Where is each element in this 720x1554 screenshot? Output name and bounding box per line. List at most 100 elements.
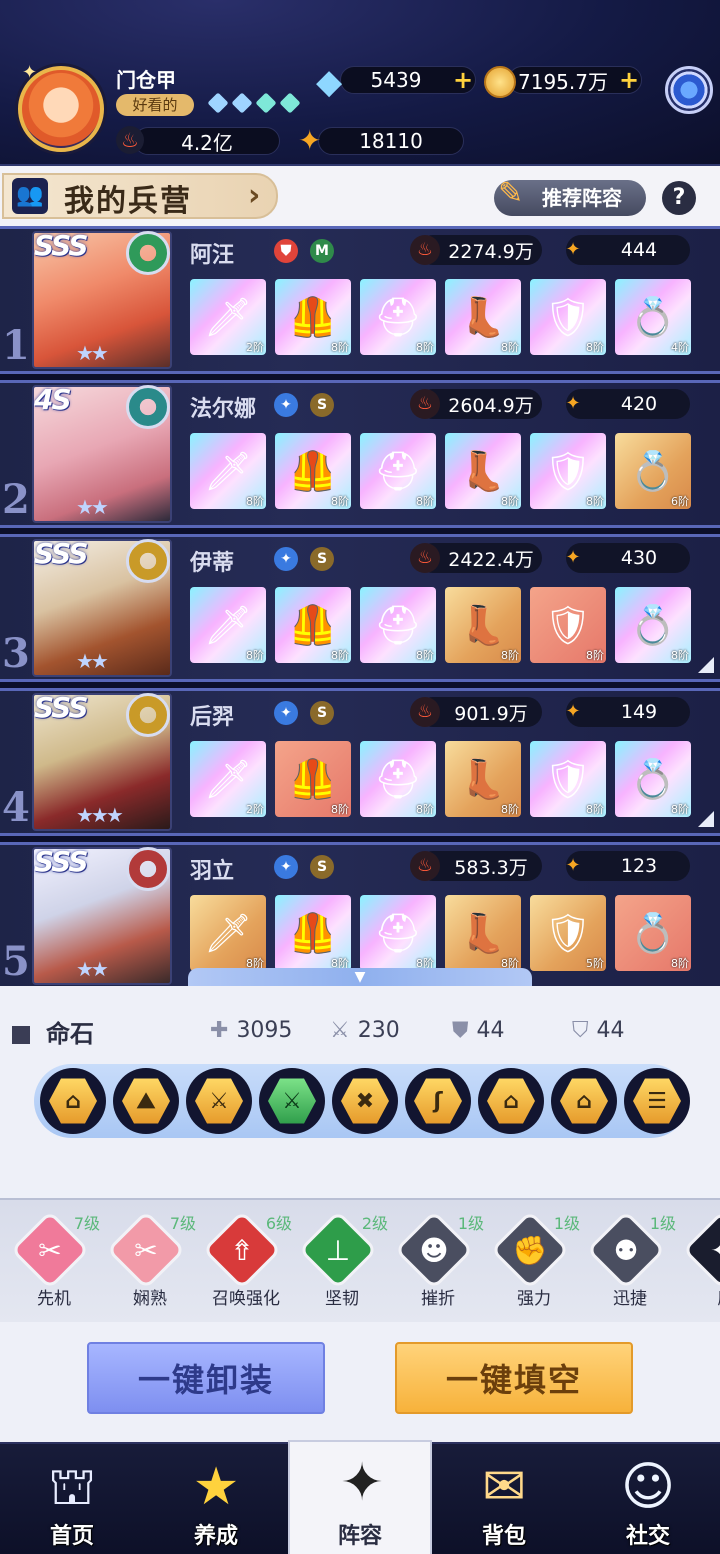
fill-all-button[interactable]: 一键填空 <box>395 1342 633 1414</box>
equip-slot-weapon[interactable]: 🗡 8阶 <box>190 895 266 971</box>
hero-row[interactable]: 4S ★★ 2 法尔娜 ✦ S ♨ 2604.9万 ✦ 420 🗡 8阶 🦺 8… <box>0 380 720 528</box>
equip-slot-helmet[interactable]: ⛑ 8阶 <box>360 895 436 971</box>
equip-slot-helmet[interactable]: ⛑ 8阶 <box>360 433 436 509</box>
equip-slot-boots[interactable]: 👢 8阶 <box>445 741 521 817</box>
equip-slot-ring[interactable]: 💍 6阶 <box>615 433 691 509</box>
power-value: 4.2亿 <box>181 130 233 155</box>
power-fire-icon: ♨ <box>410 389 440 419</box>
equip-slot-shield[interactable]: 🛡 8阶 <box>530 741 606 817</box>
skill-icon: ✦ <box>694 1222 720 1278</box>
skill-item[interactable]: ✊ 1级 强力 <box>486 1210 582 1310</box>
equip-slot-armor[interactable]: 🦺 8阶 <box>275 895 351 971</box>
hero-energy: ✦ 430 <box>565 543 690 573</box>
nav-social[interactable]: ☺ 社交 <box>576 1446 720 1554</box>
player-title-badge[interactable]: 好看的 <box>116 94 194 116</box>
add-gold-button[interactable]: + <box>617 68 641 92</box>
equip-slot-boots[interactable]: 👢 8阶 <box>445 895 521 971</box>
helmet-icon: ⛑ <box>373 757 423 801</box>
destiny-stone-slot[interactable]: ʃ <box>405 1068 471 1134</box>
grade-badge: S <box>310 855 334 879</box>
destiny-stone-slot[interactable]: ⚔ <box>259 1068 325 1134</box>
nav-bag[interactable]: ✉ 背包 <box>432 1446 576 1554</box>
skill-item[interactable]: ✦ 魔 <box>678 1210 720 1310</box>
destiny-stone-slot[interactable]: ✖ <box>332 1068 398 1134</box>
diamond-value: 5439 <box>370 68 422 92</box>
gem-icon <box>231 92 253 114</box>
equip-slot-shield[interactable]: 🛡 8阶 <box>530 433 606 509</box>
skill-icon: ✊ <box>512 1233 548 1267</box>
add-diamond-button[interactable]: + <box>451 68 475 92</box>
gem-icon <box>255 92 277 114</box>
equip-slot-shield[interactable]: 🛡 8阶 <box>530 587 606 663</box>
equip-slot-ring[interactable]: 💍 8阶 <box>615 895 691 971</box>
helmet-icon: ⛑ <box>373 449 423 493</box>
equip-slot-shield[interactable]: 🛡 5阶 <box>530 895 606 971</box>
equip-slot-shield[interactable]: 🛡 8阶 <box>530 279 606 355</box>
equip-slot-ring[interactable]: 💍 4阶 <box>615 279 691 355</box>
nav-home[interactable]: ⛫ 首页 <box>0 1446 144 1554</box>
equip-slot-boots[interactable]: 👢 8阶 <box>445 587 521 663</box>
boots-icon: 👢 <box>459 449 507 493</box>
equip-slot-ring[interactable]: 💍 8阶 <box>615 587 691 663</box>
equip-level: 8阶 <box>671 803 689 816</box>
equipment-slots: 🗡 8阶 🦺 8阶 ⛑ 8阶 👢 8阶 🛡 5阶 💍 8阶 <box>190 895 691 971</box>
skill-item[interactable]: ⊥ 2级 坚韧 <box>294 1210 390 1310</box>
faction-emblem-icon <box>126 385 170 429</box>
skill-item[interactable]: ✂ 7级 先机 <box>6 1210 102 1310</box>
camp-title: 我的兵营 <box>64 184 192 219</box>
energy-star-icon: ✦ <box>565 547 581 568</box>
skill-item[interactable]: ⇮ 6级 召唤强化 <box>198 1210 294 1310</box>
skill-level: 2级 <box>361 1214 388 1233</box>
hero-row[interactable]: SSS ★★★ 4 后羿 ✦ S ♨ 901.9万 ✦ 149 🗡 2阶 🦺 8… <box>0 688 720 836</box>
scroll-down-indicator[interactable]: ▼ <box>188 968 532 986</box>
destiny-stone-slot[interactable]: ☰ <box>624 1068 690 1134</box>
equip-slot-ring[interactable]: 💍 8阶 <box>615 741 691 817</box>
equip-slot-weapon[interactable]: 🗡 8阶 <box>190 433 266 509</box>
skill-item[interactable]: ⚉ 1级 迅捷 <box>582 1210 678 1310</box>
hero-power-value: 2604.9万 <box>448 394 534 417</box>
weapon-icon: 🗡 <box>203 603 253 647</box>
equip-slot-helmet[interactable]: ⛑ 8阶 <box>360 741 436 817</box>
class-icon: ✦ <box>274 393 298 417</box>
equip-slot-weapon[interactable]: 🗡 2阶 <box>190 279 266 355</box>
shield-icon: 🛡 <box>543 295 593 339</box>
equip-level: 8阶 <box>246 649 264 662</box>
equip-slot-armor[interactable]: 🦺 8阶 <box>275 433 351 509</box>
skill-name: 迅捷 <box>613 1289 647 1309</box>
destiny-stone-slot[interactable]: ⚔ <box>186 1068 252 1134</box>
equip-slot-weapon[interactable]: 🗡 2阶 <box>190 741 266 817</box>
skill-icon: ✂ <box>38 1233 62 1267</box>
hero-rank: SSS <box>34 691 88 724</box>
unequip-all-button[interactable]: 一键卸装 <box>87 1342 325 1414</box>
skill-item[interactable]: ☻ 1级 摧折 <box>390 1210 486 1310</box>
settings-gear-icon[interactable] <box>665 66 713 114</box>
equip-slot-armor[interactable]: 🦺 8阶 <box>275 741 351 817</box>
hero-power: ♨ 901.9万 <box>410 697 542 727</box>
slot-number: 4 <box>2 784 30 831</box>
destiny-stone-slot[interactable]: ⛰ <box>113 1068 179 1134</box>
help-button[interactable]: ? <box>662 181 696 215</box>
equip-slot-armor[interactable]: 🦺 8阶 <box>275 587 351 663</box>
nav-social-label: 社交 <box>625 1524 670 1549</box>
equip-slot-armor[interactable]: 🦺 8阶 <box>275 279 351 355</box>
destiny-stone-slot[interactable]: ⌂ <box>478 1068 544 1134</box>
equip-slot-weapon[interactable]: 🗡 8阶 <box>190 587 266 663</box>
destiny-stone-slot[interactable]: ⌂ <box>551 1068 617 1134</box>
equip-slot-boots[interactable]: 👢 8阶 <box>445 433 521 509</box>
nav-develop[interactable]: ★ 养成 <box>144 1446 288 1554</box>
equip-slot-helmet[interactable]: ⛑ 8阶 <box>360 587 436 663</box>
hero-power: ♨ 2422.4万 <box>410 543 542 573</box>
hero-row[interactable]: SSS ★★ 1 阿汪 ⛊ M ♨ 2274.9万 ✦ 444 🗡 2阶 🦺 8… <box>0 226 720 374</box>
expand-corner-icon[interactable] <box>698 811 714 827</box>
skill-level: 1级 <box>553 1214 580 1233</box>
skill-item[interactable]: ✂ 7级 娴熟 <box>102 1210 198 1310</box>
equip-slot-boots[interactable]: 👢 8阶 <box>445 279 521 355</box>
nav-lineup[interactable]: ✦ 阵容 <box>288 1440 432 1554</box>
hero-row[interactable]: SSS ★★ 3 伊蒂 ✦ S ♨ 2422.4万 ✦ 430 🗡 8阶 🦺 8… <box>0 534 720 682</box>
energy-star-icon: ✦ <box>565 855 581 876</box>
equip-level: 8阶 <box>501 803 519 816</box>
expand-corner-icon[interactable] <box>698 657 714 673</box>
destiny-stone-slot[interactable]: ⌂ <box>40 1068 106 1134</box>
equip-slot-helmet[interactable]: ⛑ 8阶 <box>360 279 436 355</box>
hero-energy-value: 420 <box>620 393 658 415</box>
